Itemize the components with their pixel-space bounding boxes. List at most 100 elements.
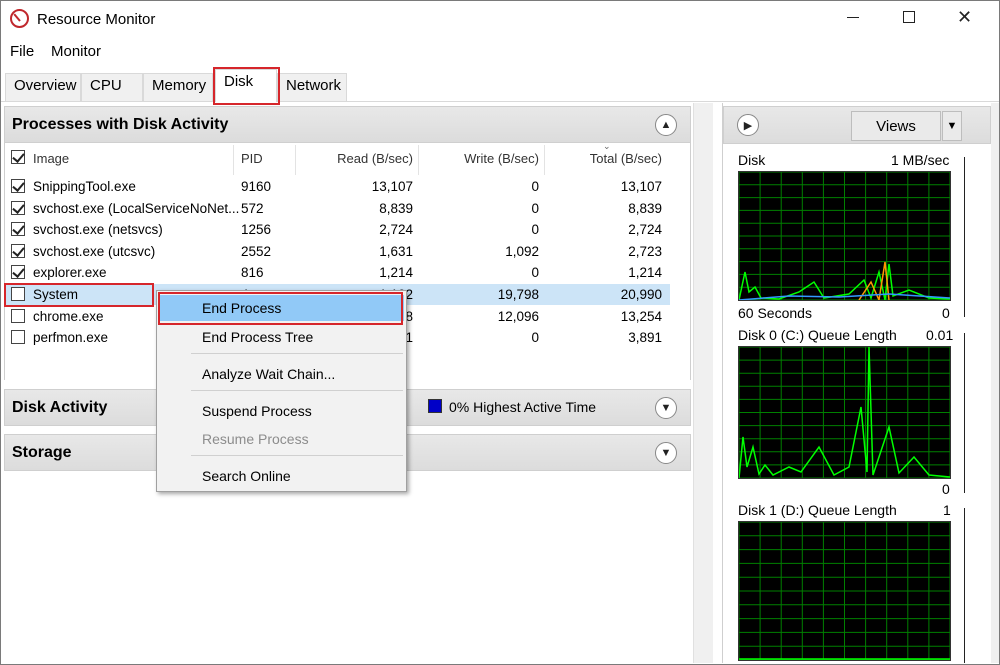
maximize-button[interactable] [881,1,936,33]
select-all-checkbox[interactable] [11,150,25,164]
vertical-scrollbar[interactable] [693,103,713,663]
collapse-processes-button[interactable]: ▲ [655,114,677,136]
graphs-panel: ▶ Views ▼ Disk 1 MB/sec 60 Seconds 0 Dis… [722,103,991,663]
close-icon: ✕ [956,6,973,27]
cell-write: 0 [531,330,539,346]
disk1-queue-graph [738,521,951,661]
menu-analyze-wait-chain[interactable]: Analyze Wait Chain... [159,361,404,387]
cell-total: 2,724 [628,222,662,238]
row-checkbox[interactable] [11,330,25,345]
collapse-graphs-button[interactable]: ▶ [737,114,759,136]
scale-bracket [959,333,965,493]
disk-activity-legend: 0% Highest Active Time [449,399,597,415]
cell-read: 2,724 [379,222,413,238]
cell-total: 3,891 [628,330,662,346]
menu-file[interactable]: File [10,43,34,60]
disk-graph [738,171,951,303]
cell-write: 0 [531,179,539,194]
cell-write: 0 [531,265,539,281]
cell-image: svchost.exe (LocalServiceNoNet... [33,200,240,216]
disk1-graph-title: Disk 1 (D:) Queue Length [738,502,897,518]
cell-write: 0 [531,200,539,216]
views-button[interactable]: Views [851,111,941,141]
column-total[interactable]: Total (B/sec) [550,151,662,166]
resource-monitor-icon [10,9,29,28]
row-checkbox[interactable] [11,308,25,323]
column-separator [233,145,234,175]
cell-write: 12,096 [497,308,539,324]
chevron-down-icon: ▼ [660,447,672,459]
expand-storage-button[interactable]: ▼ [655,442,677,464]
disk0-queue-graph [738,346,951,479]
tab-cpu[interactable]: CPU [81,73,143,101]
row-checkbox[interactable] [11,222,25,237]
cell-total: 20,990 [620,287,662,302]
disk-graph-time-label: 60 Seconds [738,305,812,321]
cell-image: svchost.exe (netsvcs) [33,222,163,238]
disk1-graph-canvas [738,521,951,661]
menu-monitor[interactable]: Monitor [51,43,101,60]
menu-separator [191,390,403,391]
end-process-highlight [158,292,403,325]
scale-bracket [959,508,965,663]
cell-read: 13,107 [371,179,413,194]
cell-read: 8,839 [379,200,413,216]
tab-overview[interactable]: Overview [5,73,81,101]
cell-read: 1,214 [379,265,413,281]
processes-panel-header[interactable]: Processes with Disk Activity ▲ [4,106,691,143]
row-checkbox[interactable] [11,200,25,215]
chevron-up-icon: ▲ [660,119,672,131]
graphs-toolbar: ▶ Views ▼ [723,106,991,144]
expand-disk-activity-button[interactable]: ▼ [655,397,677,419]
disk-tab-highlight [213,67,280,105]
disk-graph-title: Disk [738,152,766,168]
chevron-down-icon: ▼ [660,402,672,414]
maximize-icon [902,11,915,23]
table-row[interactable]: svchost.exe (LocalServiceNoNet... 572 8,83… [5,198,670,219]
minimize-icon [846,16,859,18]
disk-graph-scale-min: 0 [942,305,950,321]
cell-total: 8,839 [628,200,662,216]
tab-network[interactable]: Network [277,73,347,101]
disk-graph-canvas [738,171,951,303]
column-write[interactable]: Write (B/sec) [425,151,539,166]
system-row-highlight [4,283,154,307]
views-dropdown-button[interactable]: ▼ [942,111,962,141]
title-bar: Resource Monitor ✕ [1,1,999,37]
disk0-graph-scale-min: 0 [942,481,950,497]
table-row[interactable]: svchost.exe (utcsvc) 2552 1,631 1,092 2,723 [5,241,670,262]
table-row[interactable]: explorer.exe 816 1,214 0 1,214 [5,262,670,283]
cell-image: explorer.exe [33,265,107,281]
cell-pid: 1256 [241,222,272,238]
resource-monitor-window: Resource Monitor ✕ File Monitor Overview… [0,0,1000,665]
close-button[interactable]: ✕ [937,1,992,33]
graphs-scrollbar[interactable] [991,103,999,663]
row-checkbox[interactable] [11,265,25,280]
cell-write: 19,798 [497,287,539,302]
chevron-right-icon: ▶ [743,119,753,132]
row-checkbox[interactable] [11,243,25,258]
sort-indicator-icon: ⌄ [603,141,611,151]
cell-total: 13,107 [620,179,662,194]
disk0-graph-scale-max: 0.01 [926,327,954,343]
column-image[interactable]: Image [33,151,69,166]
column-read[interactable]: Read (B/sec) [305,151,413,166]
minimize-button[interactable] [825,1,880,33]
column-pid[interactable]: PID [241,151,263,166]
cell-total: 1,214 [628,265,662,281]
table-row[interactable]: svchost.exe (netsvcs) 1256 2,724 0 2,724 [5,219,670,240]
cell-pid: 9160 [241,179,272,194]
row-checkbox[interactable] [11,179,25,193]
cell-total: 13,254 [620,308,662,324]
column-separator [418,145,419,175]
menu-separator [191,353,403,354]
processes-panel-title: Processes with Disk Activity [12,116,229,133]
menu-search-online[interactable]: Search Online [159,463,404,489]
menu-end-process-tree[interactable]: End Process Tree [159,324,404,350]
tab-memory[interactable]: Memory [143,73,213,101]
table-row[interactable]: SnippingTool.exe 9160 13,107 0 13,107 [5,176,670,197]
cell-write: 1,092 [505,243,539,259]
menu-suspend-process[interactable]: Suspend Process [159,398,404,424]
cell-total: 2,723 [628,243,662,259]
tab-strip: Overview CPU Memory Disk Network [1,69,999,102]
